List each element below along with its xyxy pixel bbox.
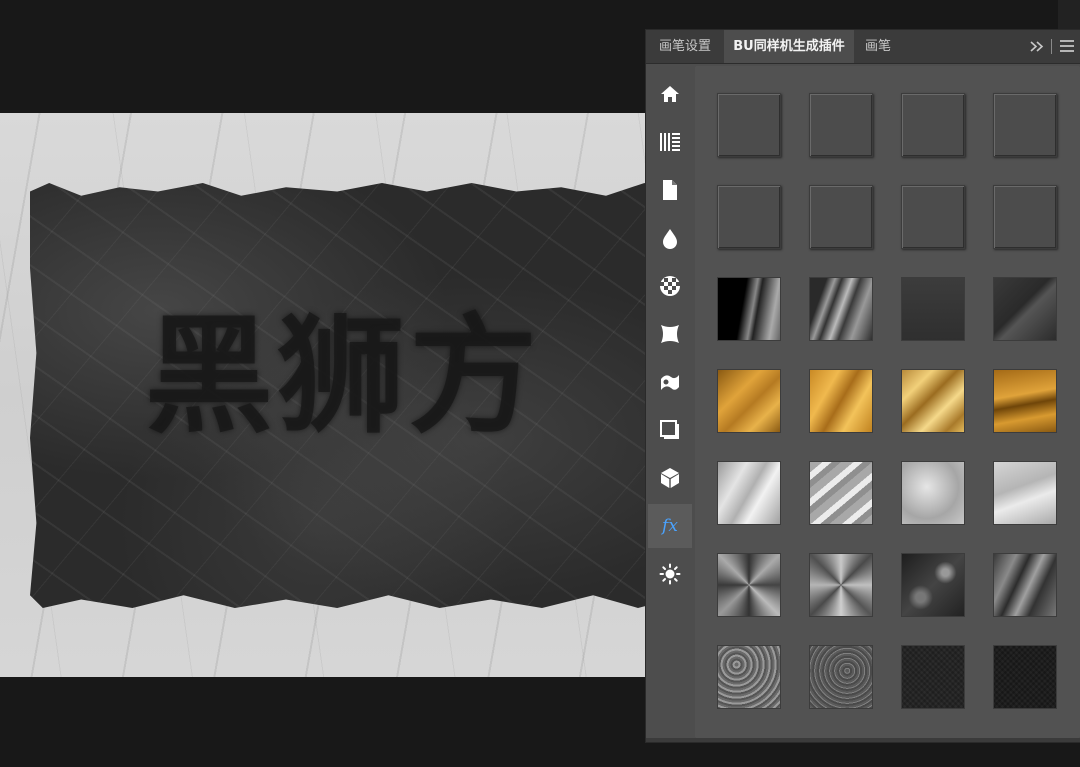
sidebar-item-light[interactable] — [648, 552, 692, 596]
style-swatch-silver[interactable] — [901, 461, 965, 525]
window-edge — [1058, 0, 1080, 30]
sidebar-item-fx[interactable]: fx — [648, 504, 692, 548]
warp-shape-icon — [661, 325, 679, 343]
sidebar-item-home[interactable] — [648, 72, 692, 116]
sidebar-item-texture[interactable] — [648, 264, 692, 308]
style-swatch-radial-metal[interactable] — [717, 553, 781, 617]
panel-bottom-edge — [646, 738, 1080, 742]
style-swatch-silver[interactable] — [993, 461, 1057, 525]
style-swatch-bevel[interactable] — [717, 185, 781, 249]
style-swatch-bevel[interactable] — [993, 93, 1057, 157]
sidebar-item-droplet[interactable] — [648, 216, 692, 260]
panel-tabbar: 画笔设置 BU同样机生成插件 画笔 — [646, 30, 1080, 64]
style-swatch-silver[interactable] — [809, 461, 873, 525]
plugin-panel: 画笔设置 BU同样机生成插件 画笔 fx — [646, 30, 1080, 742]
expand-panel-icon[interactable] — [1028, 38, 1046, 55]
cube-icon — [661, 468, 679, 488]
style-swatch-gold[interactable] — [901, 369, 965, 433]
sidebar-item-document[interactable] — [648, 168, 692, 212]
style-swatch-bevel[interactable] — [809, 185, 873, 249]
sidebar-item-warp[interactable] — [648, 312, 692, 356]
sun-icon — [659, 563, 681, 585]
style-swatch-bevel[interactable] — [901, 93, 965, 157]
home-icon — [661, 86, 679, 102]
style-swatch-silver[interactable] — [717, 461, 781, 525]
style-swatch-gold[interactable] — [809, 369, 873, 433]
style-swatch-fabric-texture[interactable] — [901, 645, 965, 709]
swatch-grid — [695, 66, 1080, 738]
style-swatch-fabric-texture[interactable] — [993, 645, 1057, 709]
tab-separator — [1051, 39, 1052, 54]
style-swatch-dark-chrome[interactable] — [993, 277, 1057, 341]
sidebar-item-pattern[interactable] — [648, 120, 692, 164]
sidebar-item-wave[interactable] — [648, 360, 692, 404]
sidebar-item-3d[interactable] — [648, 456, 692, 500]
tab-brush[interactable]: 画笔 — [854, 30, 902, 63]
style-swatch-bevel[interactable] — [993, 185, 1057, 249]
document-icon — [663, 180, 677, 200]
style-swatch-rock-texture[interactable] — [717, 645, 781, 709]
style-swatch-rock-texture[interactable] — [809, 645, 873, 709]
tab-bu-plugin[interactable]: BU同样机生成插件 — [724, 30, 854, 63]
style-swatch-radial-metal[interactable] — [809, 553, 873, 617]
style-swatch-bevel[interactable] — [717, 93, 781, 157]
style-swatch-gold[interactable] — [717, 369, 781, 433]
style-swatch-dark-chrome[interactable] — [901, 277, 965, 341]
checkerboard-icon — [660, 276, 680, 296]
barcode-pattern-icon — [660, 133, 680, 151]
fx-icon: fx — [662, 516, 678, 536]
sidebar-item-shadow[interactable] — [648, 408, 692, 452]
style-swatch-dark-chrome[interactable] — [717, 277, 781, 341]
wave-flag-icon — [661, 375, 679, 390]
canvas-artwork: 黑狮方 — [0, 113, 648, 677]
style-swatch-gold[interactable] — [993, 369, 1057, 433]
style-swatch-grunge-metal[interactable] — [901, 553, 965, 617]
drop-shadow-square-icon — [660, 420, 679, 439]
paper-title-text: 黑狮方 — [145, 302, 542, 451]
panel-sidebar: fx — [646, 64, 694, 742]
style-swatch-bevel[interactable] — [809, 93, 873, 157]
style-swatch-foil-metal[interactable] — [993, 553, 1057, 617]
style-swatch-bevel[interactable] — [901, 185, 965, 249]
panel-menu-icon[interactable] — [1060, 40, 1074, 53]
tab-brush-settings[interactable]: 画笔设置 — [646, 30, 724, 63]
style-swatch-dark-chrome[interactable] — [809, 277, 873, 341]
droplet-icon — [663, 229, 677, 249]
